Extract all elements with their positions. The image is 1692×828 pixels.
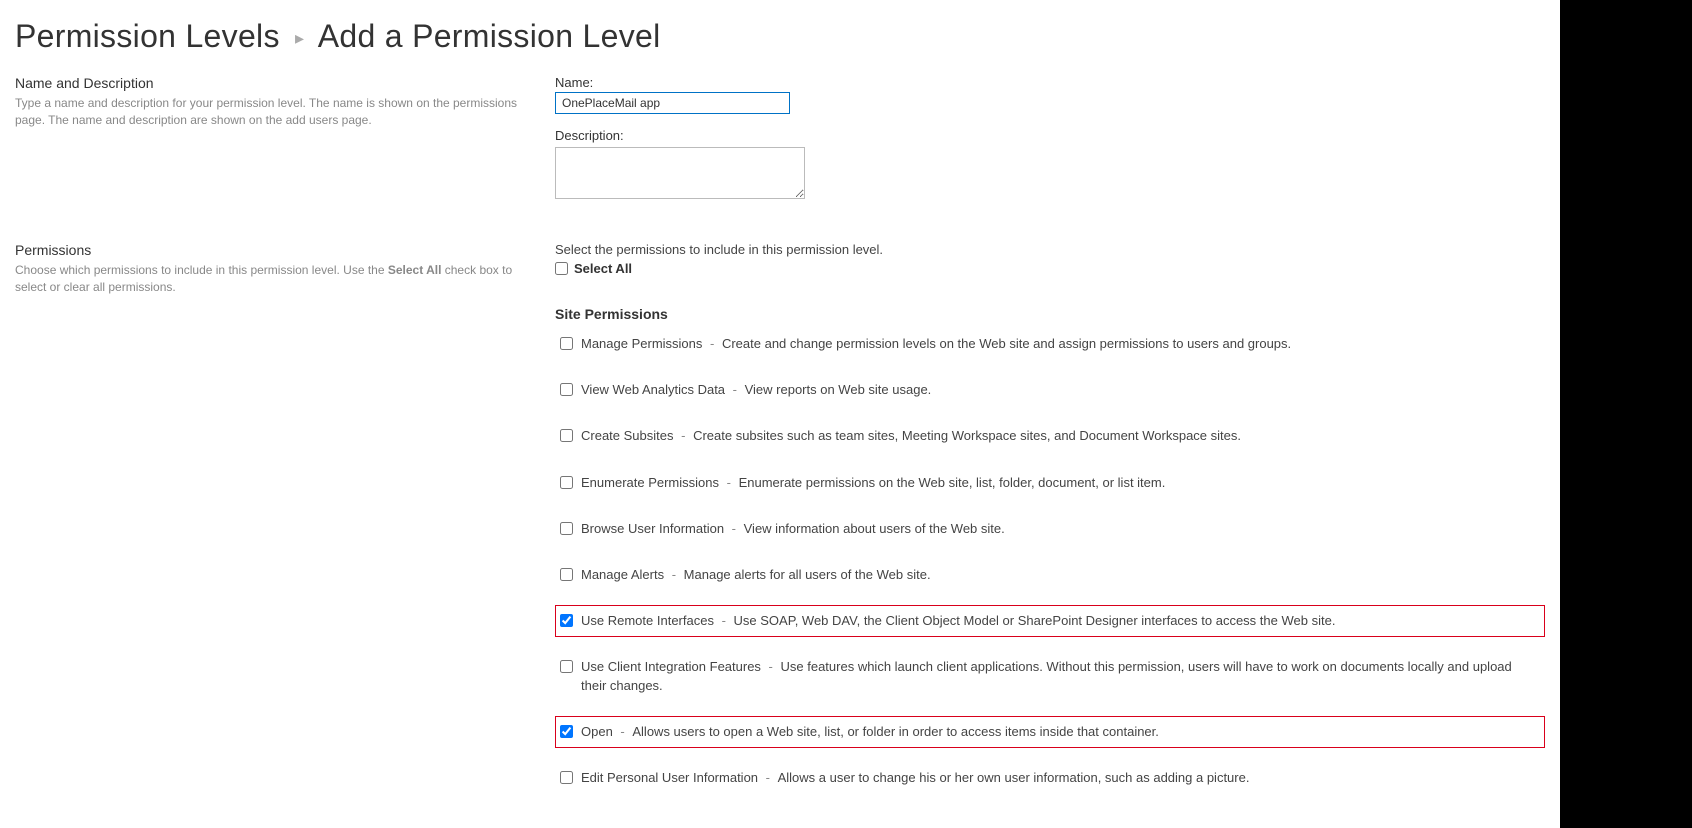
permission-checkbox[interactable]: [560, 660, 573, 673]
select-all-row: Select All: [555, 261, 1545, 276]
dash-separator: -: [706, 336, 718, 351]
permission-name: Enumerate Permissions: [581, 475, 719, 490]
permissions-section: Permissions Choose which permissions to …: [0, 242, 1560, 808]
permission-checkbox[interactable]: [560, 476, 573, 489]
dash-separator: -: [729, 382, 741, 397]
permission-name: Use Remote Interfaces: [581, 613, 714, 628]
permission-checkbox[interactable]: [560, 383, 573, 396]
permission-desc: Allows a user to change his or her own u…: [778, 770, 1250, 785]
dash-separator: -: [728, 521, 740, 536]
permission-text: Use Client Integration Features - Use fe…: [581, 658, 1540, 694]
name-desc-section: Name and Description Type a name and des…: [0, 75, 1560, 202]
permission-checkbox[interactable]: [560, 337, 573, 350]
permission-row: Use Remote Interfaces - Use SOAP, Web DA…: [555, 605, 1545, 637]
section-title-name: Name and Description: [15, 75, 525, 91]
permission-name: View Web Analytics Data: [581, 382, 725, 397]
permission-checkbox[interactable]: [560, 771, 573, 784]
permission-row: Use Client Integration Features - Use fe…: [555, 651, 1545, 701]
permission-checkbox[interactable]: [560, 522, 573, 535]
permission-text: Manage Alerts - Manage alerts for all us…: [581, 566, 931, 584]
permission-desc: Create subsites such as team sites, Meet…: [693, 428, 1241, 443]
name-label: Name:: [555, 75, 1545, 90]
permission-desc: Manage alerts for all users of the Web s…: [684, 567, 931, 582]
permission-row: Manage Alerts - Manage alerts for all us…: [555, 559, 1545, 591]
permission-text: Edit Personal User Information - Allows …: [581, 769, 1249, 787]
permission-name: Use Client Integration Features: [581, 659, 761, 674]
permission-desc: Allows users to open a Web site, list, o…: [632, 724, 1159, 739]
name-input[interactable]: [555, 92, 790, 114]
permission-name: Manage Permissions: [581, 336, 702, 351]
breadcrumb: Permission Levels ▸ Add a Permission Lev…: [0, 10, 1560, 75]
permission-desc: View reports on Web site usage.: [745, 382, 932, 397]
dash-separator: -: [668, 567, 680, 582]
permission-desc: Use SOAP, Web DAV, the Client Object Mod…: [734, 613, 1336, 628]
permission-row: Enumerate Permissions - Enumerate permis…: [555, 467, 1545, 499]
permission-text: Use Remote Interfaces - Use SOAP, Web DA…: [581, 612, 1335, 630]
section-desc-name: Type a name and description for your per…: [15, 95, 525, 129]
breadcrumb-parent[interactable]: Permission Levels: [15, 18, 280, 54]
permission-checkbox[interactable]: [560, 614, 573, 627]
permission-checkbox[interactable]: [560, 568, 573, 581]
description-textarea[interactable]: [555, 147, 805, 199]
description-label: Description:: [555, 128, 1545, 143]
permission-name: Browse User Information: [581, 521, 724, 536]
permission-name: Open: [581, 724, 613, 739]
dash-separator: -: [718, 613, 730, 628]
permission-desc: View information about users of the Web …: [744, 521, 1005, 536]
breadcrumb-current: Add a Permission Level: [318, 18, 661, 54]
permission-row: Browse User Information - View informati…: [555, 513, 1545, 545]
permission-text: Manage Permissions - Create and change p…: [581, 335, 1291, 353]
section-desc-permissions: Choose which permissions to include in t…: [15, 262, 525, 296]
permission-row: Manage Permissions - Create and change p…: [555, 328, 1545, 360]
dash-separator: -: [762, 770, 774, 785]
chevron-right-icon: ▸: [295, 28, 304, 48]
permission-row: Open - Allows users to open a Web site, …: [555, 716, 1545, 748]
dash-separator: -: [617, 724, 629, 739]
permission-name: Edit Personal User Information: [581, 770, 758, 785]
permission-text: Enumerate Permissions - Enumerate permis…: [581, 474, 1165, 492]
dash-separator: -: [723, 475, 735, 490]
permission-text: View Web Analytics Data - View reports o…: [581, 381, 931, 399]
permission-desc: Enumerate permissions on the Web site, l…: [739, 475, 1166, 490]
permission-text: Open - Allows users to open a Web site, …: [581, 723, 1159, 741]
dash-separator: -: [678, 428, 690, 443]
permission-text: Create Subsites - Create subsites such a…: [581, 427, 1241, 445]
section-title-permissions: Permissions: [15, 242, 525, 258]
permission-text: Browse User Information - View informati…: [581, 520, 1005, 538]
permission-name: Manage Alerts: [581, 567, 664, 582]
group-heading-site-permissions: Site Permissions: [555, 306, 1545, 322]
permission-name: Create Subsites: [581, 428, 674, 443]
permission-checkbox[interactable]: [560, 725, 573, 738]
permission-rows: Manage Permissions - Create and change p…: [555, 328, 1545, 808]
permission-desc: Create and change permission levels on t…: [722, 336, 1291, 351]
dash-separator: -: [765, 659, 777, 674]
permission-row: Edit Personal User Information - Allows …: [555, 762, 1545, 794]
permission-row: Create Subsites - Create subsites such a…: [555, 420, 1545, 452]
permissions-intro: Select the permissions to include in thi…: [555, 242, 1545, 257]
page: Permission Levels ▸ Add a Permission Lev…: [0, 0, 1560, 828]
permission-checkbox[interactable]: [560, 429, 573, 442]
select-all-checkbox[interactable]: [555, 262, 568, 275]
permission-row: View Web Analytics Data - View reports o…: [555, 374, 1545, 406]
select-all-label[interactable]: Select All: [574, 261, 632, 276]
